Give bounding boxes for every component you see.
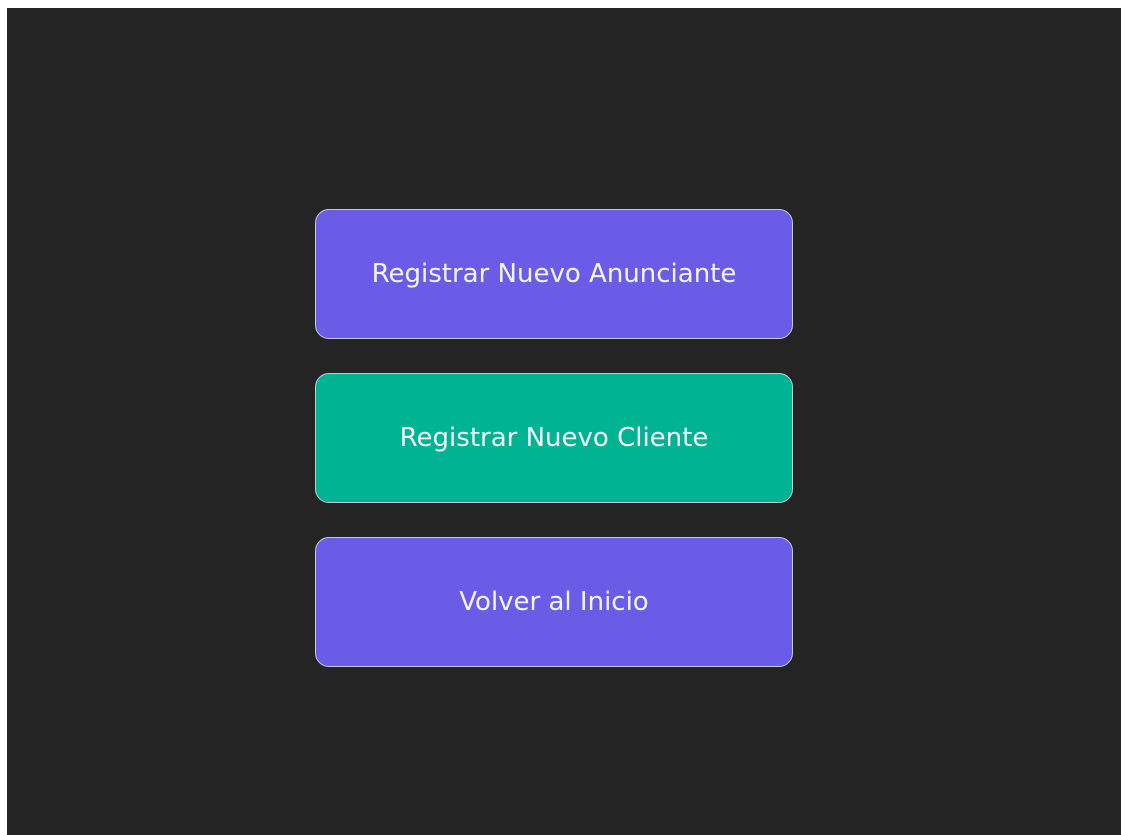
back-to-home-label: Volver al Inicio [459, 587, 649, 617]
registration-menu: Registrar Nuevo Anunciante Registrar Nue… [315, 209, 793, 667]
app-window: Registrar Nuevo Anunciante Registrar Nue… [7, 8, 1121, 835]
register-client-label: Registrar Nuevo Cliente [399, 423, 709, 453]
register-advertiser-button[interactable]: Registrar Nuevo Anunciante [315, 209, 793, 339]
register-client-button[interactable]: Registrar Nuevo Cliente [315, 373, 793, 503]
register-advertiser-label: Registrar Nuevo Anunciante [371, 259, 737, 289]
back-to-home-button[interactable]: Volver al Inicio [315, 537, 793, 667]
